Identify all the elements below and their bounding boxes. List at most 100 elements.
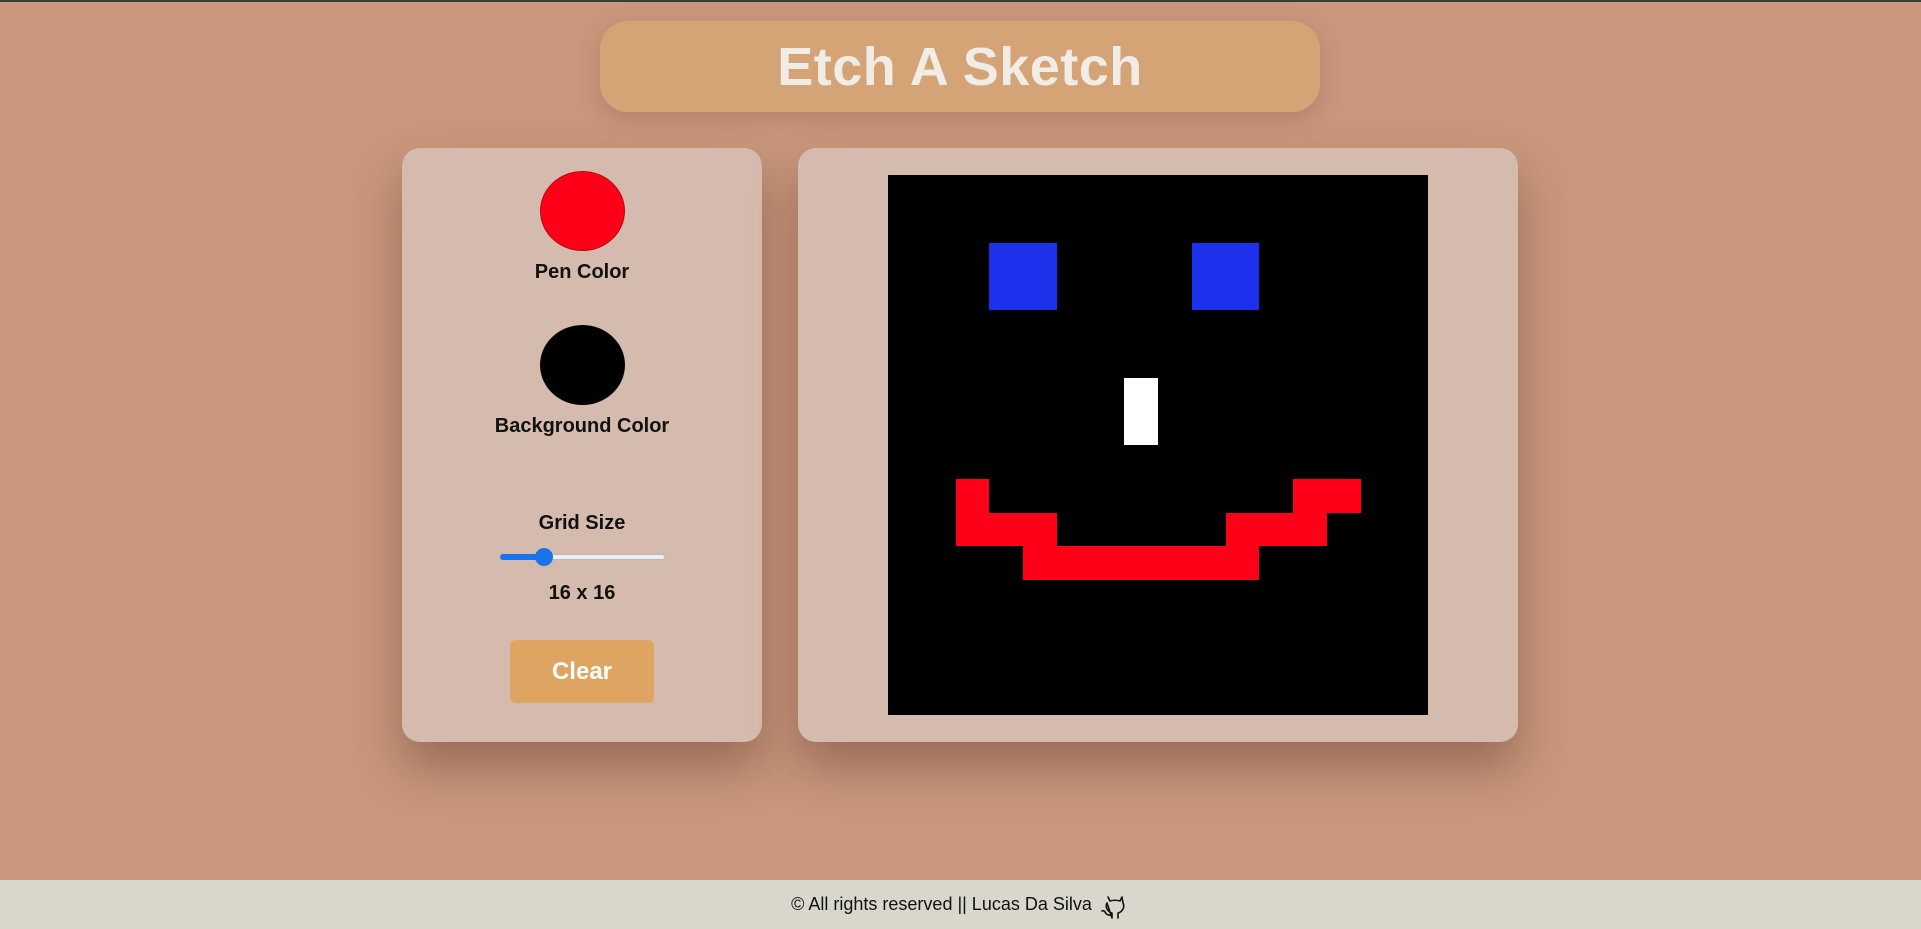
grid-cell[interactable] <box>1023 411 1057 445</box>
grid-cell[interactable] <box>921 647 956 682</box>
grid-cell[interactable] <box>1326 512 1361 547</box>
grid-cell[interactable] <box>989 546 1023 580</box>
grid-cell[interactable] <box>921 276 956 310</box>
grid-cell[interactable] <box>1225 310 1260 344</box>
grid-cell[interactable] <box>1056 276 1091 310</box>
sketch-grid[interactable] <box>888 175 1428 715</box>
grid-cell[interactable] <box>1056 647 1091 682</box>
grid-cell[interactable] <box>1191 310 1226 344</box>
grid-cell[interactable] <box>1259 310 1293 344</box>
grid-cell[interactable] <box>955 478 990 513</box>
grid-cell[interactable] <box>1158 647 1192 682</box>
grid-cell[interactable] <box>989 647 1023 682</box>
grid-cell[interactable] <box>921 175 956 209</box>
grid-cell[interactable] <box>1259 175 1293 209</box>
grid-cell[interactable] <box>1225 242 1260 277</box>
grid-cell[interactable] <box>1090 411 1125 445</box>
grid-cell[interactable] <box>888 647 922 682</box>
grid-cell[interactable] <box>1023 276 1057 310</box>
grid-cell[interactable] <box>1124 411 1158 445</box>
grid-cell[interactable] <box>1394 175 1428 209</box>
grid-cell[interactable] <box>1293 310 1327 344</box>
grid-cell[interactable] <box>921 580 956 614</box>
grid-cell[interactable] <box>1023 175 1057 209</box>
grid-cell[interactable] <box>1259 647 1293 682</box>
grid-cell[interactable] <box>1326 377 1361 412</box>
grid-cell[interactable] <box>1293 613 1327 648</box>
grid-cell[interactable] <box>1090 478 1125 513</box>
grid-cell[interactable] <box>921 242 956 277</box>
grid-cell[interactable] <box>1225 681 1260 715</box>
grid-cell[interactable] <box>1056 478 1091 513</box>
grid-cell[interactable] <box>955 411 990 445</box>
grid-cell[interactable] <box>1293 445 1327 479</box>
grid-cell[interactable] <box>888 242 922 277</box>
grid-cell[interactable] <box>1090 580 1125 614</box>
grid-cell[interactable] <box>1360 613 1395 648</box>
grid-cell[interactable] <box>888 208 922 243</box>
grid-cell[interactable] <box>921 546 956 580</box>
grid-cell[interactable] <box>1293 580 1327 614</box>
grid-cell[interactable] <box>1259 445 1293 479</box>
grid-cell[interactable] <box>989 512 1023 547</box>
grid-cell[interactable] <box>1394 681 1428 715</box>
grid-cell[interactable] <box>888 377 922 412</box>
grid-cell[interactable] <box>1225 445 1260 479</box>
grid-cell[interactable] <box>1326 411 1361 445</box>
grid-cell[interactable] <box>1259 478 1293 513</box>
grid-cell[interactable] <box>1191 580 1226 614</box>
grid-cell[interactable] <box>1394 276 1428 310</box>
grid-cell[interactable] <box>1158 681 1192 715</box>
grid-cell[interactable] <box>921 681 956 715</box>
grid-cell[interactable] <box>1090 512 1125 547</box>
grid-cell[interactable] <box>888 411 922 445</box>
grid-cell[interactable] <box>1056 580 1091 614</box>
grid-cell[interactable] <box>989 478 1023 513</box>
grid-cell[interactable] <box>921 377 956 412</box>
grid-cell[interactable] <box>1259 208 1293 243</box>
grid-cell[interactable] <box>1090 681 1125 715</box>
grid-cell[interactable] <box>888 175 922 209</box>
grid-cell[interactable] <box>1090 546 1125 580</box>
grid-cell[interactable] <box>1326 175 1361 209</box>
grid-cell[interactable] <box>1158 276 1192 310</box>
grid-cell[interactable] <box>1090 377 1125 412</box>
grid-cell[interactable] <box>1293 377 1327 412</box>
grid-cell[interactable] <box>1360 546 1395 580</box>
grid-cell[interactable] <box>1090 445 1125 479</box>
grid-cell[interactable] <box>1360 310 1395 344</box>
grid-cell[interactable] <box>921 478 956 513</box>
grid-cell[interactable] <box>1158 411 1192 445</box>
grid-cell[interactable] <box>888 512 922 547</box>
grid-cell[interactable] <box>955 343 990 378</box>
grid-cell[interactable] <box>1360 647 1395 682</box>
grid-cell[interactable] <box>921 411 956 445</box>
grid-cell[interactable] <box>1023 208 1057 243</box>
grid-cell[interactable] <box>1360 512 1395 547</box>
grid-cell[interactable] <box>888 681 922 715</box>
grid-cell[interactable] <box>1225 175 1260 209</box>
grid-cell[interactable] <box>1023 478 1057 513</box>
grid-cell[interactable] <box>1090 647 1125 682</box>
clear-button[interactable]: Clear <box>510 640 654 703</box>
grid-cell[interactable] <box>1191 681 1226 715</box>
grid-cell[interactable] <box>888 613 922 648</box>
grid-cell[interactable] <box>1259 276 1293 310</box>
grid-cell[interactable] <box>1293 276 1327 310</box>
grid-cell[interactable] <box>1394 343 1428 378</box>
grid-cell[interactable] <box>1326 208 1361 243</box>
grid-cell[interactable] <box>921 343 956 378</box>
grid-cell[interactable] <box>989 343 1023 378</box>
grid-cell[interactable] <box>955 445 990 479</box>
grid-cell[interactable] <box>1056 377 1091 412</box>
grid-cell[interactable] <box>1158 546 1192 580</box>
grid-cell[interactable] <box>1124 512 1158 547</box>
grid-cell[interactable] <box>1394 208 1428 243</box>
background-color-picker[interactable] <box>539 325 625 405</box>
grid-cell[interactable] <box>1293 175 1327 209</box>
grid-cell[interactable] <box>1360 343 1395 378</box>
grid-cell[interactable] <box>1394 546 1428 580</box>
grid-cell[interactable] <box>955 681 990 715</box>
grid-cell[interactable] <box>1293 681 1327 715</box>
grid-cell[interactable] <box>921 310 956 344</box>
